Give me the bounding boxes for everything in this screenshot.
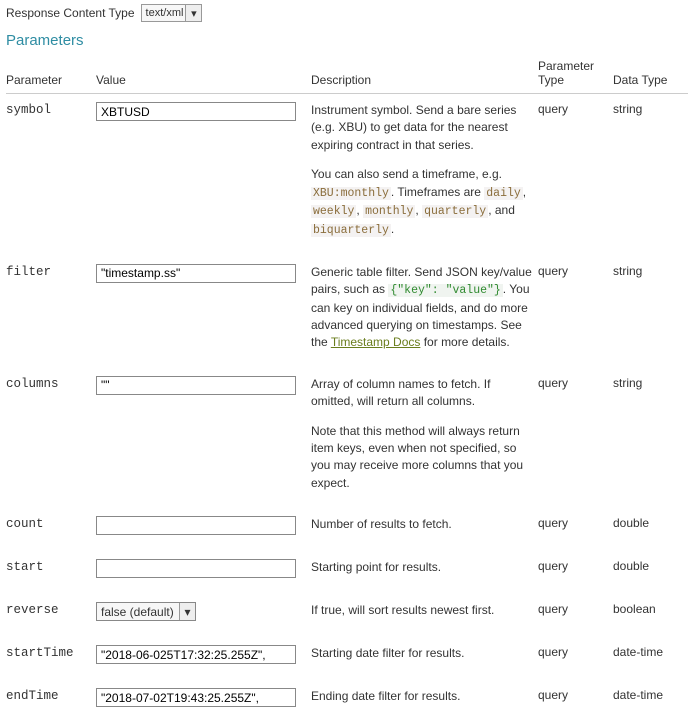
response-content-type-select[interactable]: text/xml ▾ — [141, 4, 203, 22]
response-content-type-label: Response Content Type — [6, 6, 135, 20]
desc-text: . Timeframes are — [391, 185, 484, 199]
param-type: query — [538, 256, 613, 368]
table-row: filter Generic table filter. Send JSON k… — [6, 256, 688, 368]
param-name-filter: filter — [6, 265, 51, 279]
reverse-select[interactable]: false (default) ▾ — [96, 602, 196, 621]
data-type: date-time — [613, 680, 688, 723]
desc-text: Note that this method will always return… — [311, 423, 532, 493]
filter-input[interactable] — [96, 264, 296, 283]
table-row: symbol Instrument symbol. Send a bare se… — [6, 94, 688, 256]
param-type: query — [538, 508, 613, 551]
desc-text: for more details. — [420, 335, 509, 349]
desc-text: Starting point for results. — [311, 560, 441, 574]
desc-text: . — [391, 222, 394, 236]
chevron-down-icon: ▾ — [185, 5, 201, 21]
table-row: endTime Ending date filter for results. … — [6, 680, 688, 723]
code-token: monthly — [363, 205, 415, 218]
param-name-symbol: symbol — [6, 103, 51, 117]
timestamp-docs-link[interactable]: Timestamp Docs — [331, 335, 421, 349]
col-header-value: Value — [96, 55, 311, 94]
desc-text: , and — [488, 203, 515, 217]
param-type: query — [538, 551, 613, 594]
code-token: XBU:monthly — [311, 187, 391, 200]
table-row: start Starting point for results. query … — [6, 551, 688, 594]
columns-input[interactable] — [96, 376, 296, 395]
code-token: quarterly — [422, 205, 488, 218]
col-header-parameter: Parameter — [6, 55, 96, 94]
table-row: reverse false (default) ▾ If true, will … — [6, 594, 688, 637]
parameters-title: Parameters — [6, 32, 688, 49]
param-name-reverse: reverse — [6, 603, 59, 617]
data-type: string — [613, 256, 688, 368]
data-type: string — [613, 368, 688, 508]
col-header-dtype: Data Type — [613, 55, 688, 94]
endtime-input[interactable] — [96, 688, 296, 707]
param-type: query — [538, 594, 613, 637]
data-type: double — [613, 508, 688, 551]
param-name-starttime: startTime — [6, 646, 74, 660]
desc-text: , — [523, 185, 526, 199]
data-type: boolean — [613, 594, 688, 637]
code-token: {"key": "value"} — [388, 284, 502, 297]
symbol-input[interactable] — [96, 102, 296, 121]
col-header-ptype: Parameter Type — [538, 55, 613, 94]
param-type: query — [538, 368, 613, 508]
start-input[interactable] — [96, 559, 296, 578]
param-name-count: count — [6, 517, 44, 531]
desc-text: You can also send a timeframe, e.g. — [311, 167, 502, 181]
data-type: string — [613, 94, 688, 256]
desc-text: Starting date filter for results. — [311, 646, 464, 660]
param-type: query — [538, 680, 613, 723]
parameters-table: Parameter Value Description Parameter Ty… — [6, 55, 688, 723]
reverse-select-value: false (default) — [101, 605, 174, 619]
param-type: query — [538, 637, 613, 680]
starttime-input[interactable] — [96, 645, 296, 664]
code-token: weekly — [311, 205, 356, 218]
table-row: startTime Starting date filter for resul… — [6, 637, 688, 680]
desc-text: Ending date filter for results. — [311, 689, 460, 703]
chevron-down-icon: ▾ — [179, 603, 195, 620]
param-type: query — [538, 94, 613, 256]
count-input[interactable] — [96, 516, 296, 535]
col-header-description: Description — [311, 55, 538, 94]
response-content-type-value: text/xml — [146, 7, 184, 19]
data-type: double — [613, 551, 688, 594]
table-row: count Number of results to fetch. query … — [6, 508, 688, 551]
code-token: daily — [484, 187, 523, 200]
param-name-columns: columns — [6, 377, 59, 391]
desc-text: Instrument symbol. Send a bare series (e… — [311, 103, 516, 152]
table-row: columns Array of column names to fetch. … — [6, 368, 688, 508]
desc-text: Array of column names to fetch. If omitt… — [311, 376, 532, 411]
desc-text: If true, will sort results newest first. — [311, 603, 494, 617]
desc-text: Number of results to fetch. — [311, 517, 452, 531]
data-type: date-time — [613, 637, 688, 680]
param-name-start: start — [6, 560, 44, 574]
code-token: biquarterly — [311, 224, 391, 237]
param-name-endtime: endTime — [6, 689, 59, 703]
